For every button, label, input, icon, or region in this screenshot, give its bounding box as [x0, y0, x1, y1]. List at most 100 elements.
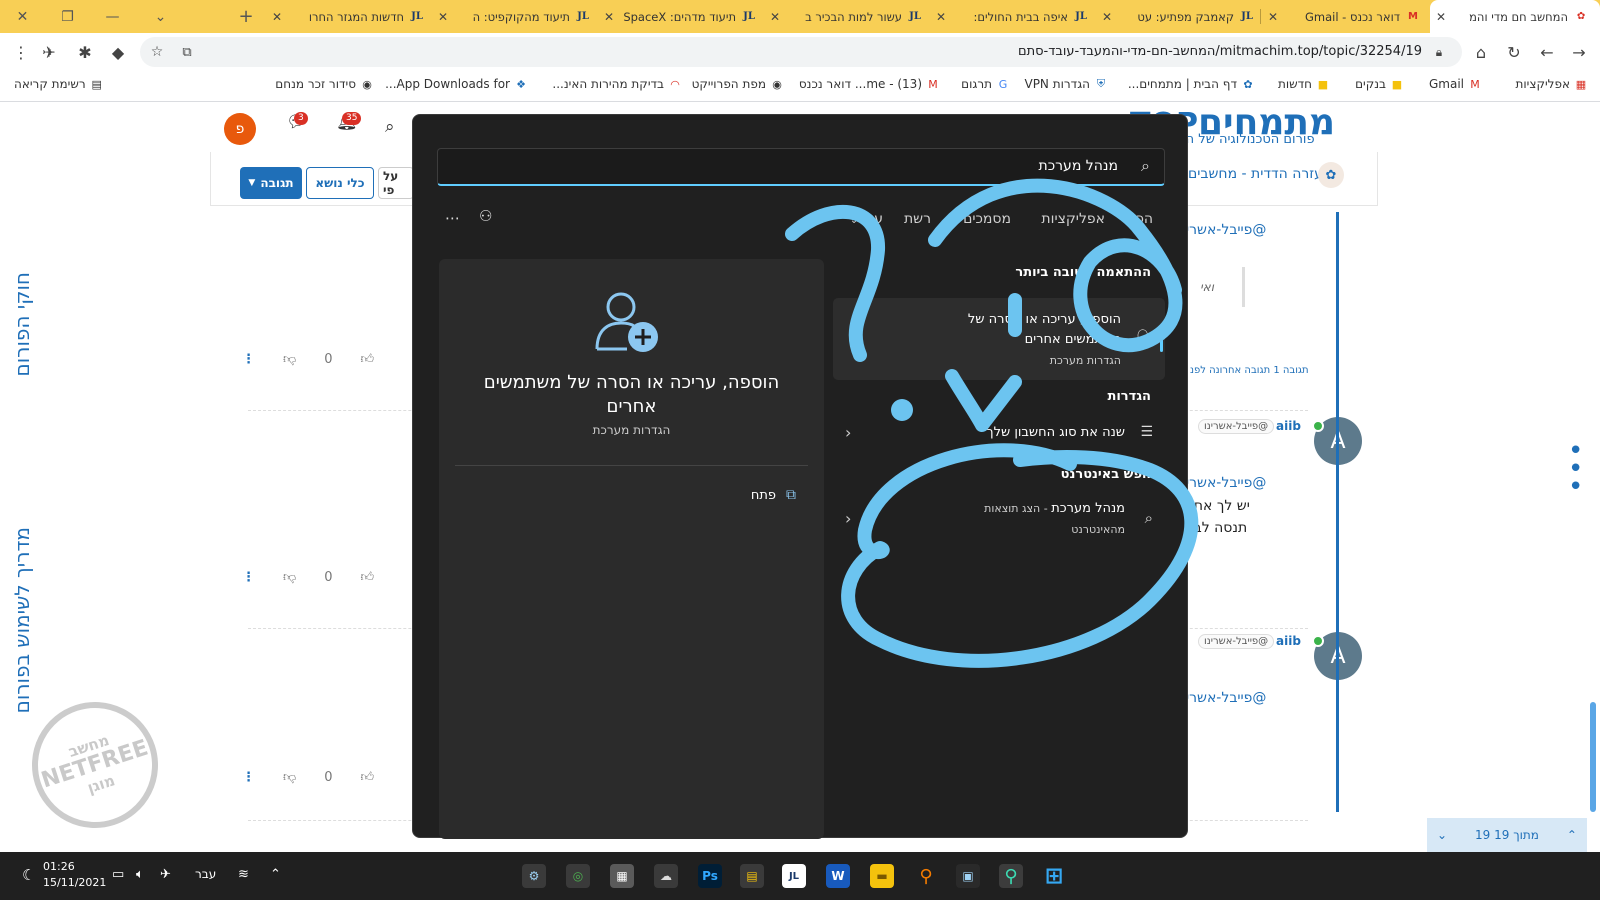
bookmark-vpn[interactable]: ⛨ הגדרות VPN	[1024, 77, 1108, 91]
chrome-app-icon[interactable]: ◎	[566, 864, 590, 888]
replies-meta[interactable]: תגובה 1 תגובה אחרונה לפנ	[1190, 365, 1309, 376]
post-mention[interactable]: @פייבל-אשרי	[1186, 222, 1266, 238]
bookmark-gmail-inbox[interactable]: M (13) - me... דואר נכנס	[799, 77, 940, 91]
search-query[interactable]: מנהל מערכת	[1039, 158, 1118, 174]
post-pager[interactable]: ⌄ 19 מתוך 19 ⌃	[1427, 818, 1587, 852]
upvote-icon[interactable]: 👍︎	[360, 352, 374, 367]
best-match-result[interactable]: 👤︎ הוספה, עריכה או הסרה של משתמשים אחרים…	[833, 298, 1165, 380]
start-windows-icon[interactable]: ⊞	[1042, 864, 1066, 889]
search-input[interactable]: מנהל מערכת ⌕	[437, 148, 1165, 186]
close-tab-icon[interactable]: ✕	[768, 10, 782, 24]
close-tab-icon[interactable]: ✕	[270, 10, 284, 24]
scrollbar-thumb[interactable]	[1590, 702, 1596, 812]
tab[interactable]: JL קאמבק מפתיע: עט ✕	[1096, 0, 1260, 33]
minimize-window-button[interactable]: —	[90, 0, 135, 33]
reload-icon[interactable]: ↻	[1503, 41, 1525, 63]
windows-search-taskbar-icon[interactable]: ⚲	[999, 864, 1023, 888]
downvote-icon[interactable]: 👎︎	[283, 770, 296, 785]
language-indicator[interactable]: עבר	[195, 867, 216, 881]
close-tab-icon[interactable]: ✕	[1100, 10, 1114, 24]
install-app-icon[interactable]: ⧉	[176, 41, 198, 63]
bookmark-speedtest[interactable]: ◠ בדיקת מהירות האינ...	[552, 77, 682, 91]
post-menu-icon[interactable]: ⋮	[242, 570, 255, 585]
menu-kebab-icon[interactable]: ⋮	[10, 41, 32, 63]
jdn-app-icon[interactable]: JL	[782, 864, 806, 888]
bookmark-app-downloads[interactable]: ❖ App Downloads for...	[385, 77, 528, 91]
calculator-app-icon[interactable]: ▦	[610, 864, 634, 888]
close-tab-icon[interactable]: ✕	[1266, 10, 1280, 24]
tab-search-button[interactable]: ⌄	[138, 0, 183, 33]
filter-tab-apps[interactable]: אפליקציות	[1041, 211, 1105, 227]
system-clock[interactable]: 01:26 15/11/2021	[43, 859, 106, 891]
bookmark-folder-banks[interactable]: ■ בנקים	[1355, 77, 1404, 91]
battery-icon[interactable]: ▭	[112, 867, 124, 882]
post-mention[interactable]: @פייבל-אשרי	[1186, 475, 1266, 491]
reply-to-badge[interactable]: @פייבל-אשרינו	[1198, 419, 1275, 434]
tab[interactable]: M דואר נכנס - Gmail ✕	[1262, 0, 1426, 33]
network-icon[interactable]: ≋	[238, 867, 249, 882]
tab[interactable]: JL תיעוד מדהים: SpaceX ✕	[598, 0, 762, 33]
cloud-app-icon[interactable]: ☁	[654, 864, 678, 888]
account-switch-icon[interactable]: ⚇	[479, 207, 492, 225]
back-icon[interactable]: →	[1568, 41, 1590, 63]
post-username[interactable]: aiib	[1276, 419, 1301, 433]
extension-pin-icon[interactable]: ✈	[38, 41, 60, 63]
address-bar[interactable]: ☆ ⧉ mitmachim.top/topic/32254/19/המחשב-ח…	[140, 37, 1462, 67]
upvote-icon[interactable]: 👍︎	[360, 770, 374, 785]
scroll-top-icon[interactable]: ⌃	[1567, 828, 1577, 842]
new-tab-button[interactable]: +	[224, 0, 268, 33]
extensions-puzzle-icon[interactable]: ✱	[74, 41, 96, 63]
reply-button[interactable]: ▼ תגובה	[240, 167, 302, 199]
post-menu-icon[interactable]: ⋮	[242, 352, 255, 367]
filter-tab-documents[interactable]: מסמכים	[963, 211, 1011, 227]
gamebar-app-icon[interactable]: ▣	[956, 864, 980, 888]
downvote-icon[interactable]: 👎︎	[283, 352, 296, 367]
settings-result[interactable]: › ☰ שנה את סוג החשבון שלך	[833, 415, 1165, 451]
close-tab-icon[interactable]: ✕	[1434, 10, 1448, 24]
close-tab-icon[interactable]: ✕	[934, 10, 948, 24]
bookmark-siddur[interactable]: ◉ סידור זכר מנחם	[275, 77, 374, 91]
volume-icon[interactable]: 🔈︎	[136, 867, 144, 882]
reply-to-badge[interactable]: @פייבל-אשרינו	[1198, 634, 1275, 649]
close-window-button[interactable]: ✕	[0, 0, 45, 33]
search-icon[interactable]: ⌕	[385, 117, 395, 137]
post-username[interactable]: aiib	[1276, 634, 1301, 648]
bookmark-translate[interactable]: G תרגום	[961, 77, 1010, 91]
filter-tab-all[interactable]: הכל	[1128, 211, 1153, 227]
more-options-icon[interactable]: • • •	[1568, 438, 1583, 500]
bookmark-project-map[interactable]: ◉ מפת הפרוייקט	[692, 77, 784, 91]
tab[interactable]: JL חדשות המגזר החרו ✕	[270, 0, 430, 33]
post-mention[interactable]: @פייבל-אשרי	[1186, 690, 1266, 706]
show-hidden-icons-chevron-icon[interactable]: ⌃	[270, 867, 281, 882]
tab[interactable]: JL עשור למות הבכיר ב ✕	[764, 0, 928, 33]
web-search-result[interactable]: › ⌕ מנהל מערכת - הצג תוצאות מהאינטרנט	[833, 497, 1165, 545]
topic-tools-button[interactable]: כלי נושא	[306, 167, 374, 199]
sort-button[interactable]: על פי	[378, 167, 414, 199]
url-text[interactable]: mitmachim.top/topic/32254/19/המחשב-חם-מד…	[1018, 44, 1422, 59]
file-manager-app-icon[interactable]: ▤	[740, 864, 764, 888]
filter-tab-more[interactable]: עוד ⌄	[850, 211, 883, 227]
tab-active[interactable]: ✿ המחשב חם מדי והמ ✕	[1430, 0, 1600, 33]
lock-icon[interactable]: 🔒︎	[1428, 41, 1450, 63]
category-link[interactable]: עזרה הדדית - מחשבים	[1188, 166, 1323, 182]
tab[interactable]: JL איפה בבית החולים: ✕	[930, 0, 1094, 33]
reading-list[interactable]: ▤ רשימת קריאה	[14, 77, 104, 91]
bookmark-folder-news[interactable]: ■ חדשות	[1278, 77, 1330, 91]
forum-guide-link[interactable]: מדריך לשימוש בפורום	[10, 527, 34, 713]
tab[interactable]: JL תיעוד מהקוקפיט: ה ✕	[432, 0, 596, 33]
upvote-icon[interactable]: 👍︎	[360, 570, 374, 585]
post-menu-icon[interactable]: ⋮	[242, 770, 255, 785]
word-app-icon[interactable]: W	[826, 864, 850, 888]
forum-rules-link[interactable]: חוקי הפורום	[10, 272, 34, 377]
search-orange-app-icon[interactable]: ⚲	[914, 864, 938, 888]
focus-assist-moon-icon[interactable]: ☾	[22, 866, 35, 884]
scroll-down-icon[interactable]: ⌄	[1437, 828, 1447, 842]
filter-tab-web[interactable]: רשת	[904, 211, 931, 227]
file-explorer-app-icon[interactable]: ▬	[870, 864, 894, 888]
forward-icon[interactable]: ←	[1536, 41, 1558, 63]
extension-icon[interactable]: ◆	[107, 41, 129, 63]
close-tab-icon[interactable]: ✕	[602, 10, 616, 24]
airplane-mode-icon[interactable]: ✈	[160, 867, 171, 882]
bookmark-star-icon[interactable]: ☆	[146, 41, 168, 63]
bookmark-gmail[interactable]: M Gmail	[1429, 77, 1482, 91]
